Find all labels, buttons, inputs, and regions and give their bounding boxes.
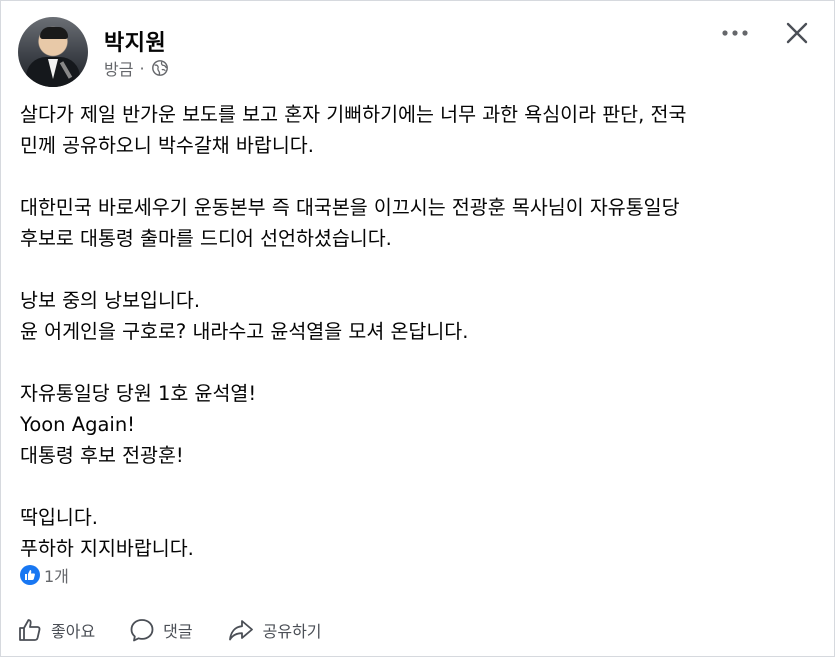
- reaction-count[interactable]: 1개: [44, 563, 69, 587]
- share-label: 공유하기: [262, 622, 322, 641]
- share-button[interactable]: 공유하기: [221, 613, 328, 647]
- text-line: 푸하하 지지바랍니다.: [20, 537, 194, 560]
- text-line: 대통령 후보 전광훈!: [20, 444, 184, 467]
- text-line: 낭보 중의 낭보입니다.: [20, 289, 201, 312]
- meta-separator: ·: [139, 58, 145, 78]
- text-line: 대한민국 바로세우기 운동본부 즉 대국본을 이끄시는 전광훈 목사님이 자유통…: [20, 196, 680, 219]
- like-reaction-icon: [20, 565, 40, 585]
- close-button[interactable]: [781, 17, 813, 49]
- comment-label: 댓글: [163, 622, 193, 641]
- action-bar: 좋아요 댓글 공유하기: [11, 613, 328, 647]
- paragraph: 낭보 중의 낭보입니다. 윤 어게인을 구호로? 내라수고 윤석열을 모셔 온답…: [20, 285, 820, 347]
- post-meta: 방금 ·: [104, 56, 169, 80]
- text-line: 민께 공유하오니 박수갈채 바랍니다.: [20, 134, 314, 157]
- text-line: Yoon Again!: [20, 413, 136, 436]
- paragraph: 대한민국 바로세우기 운동본부 즉 대국본을 이끄시는 전광훈 목사님이 자유통…: [20, 192, 820, 254]
- close-icon: [786, 22, 808, 44]
- text-line: 자유통일당 당원 1호 윤석열!: [20, 382, 257, 405]
- text-line: 후보로 대통령 출마를 드디어 선언하셨습니다.: [20, 227, 392, 250]
- like-label: 좋아요: [51, 622, 96, 641]
- globe-icon[interactable]: [151, 59, 169, 77]
- text-line: 살다가 제일 반가운 보도를 보고 혼자 기뻐하기에는 너무 과한 욕심이라 판…: [20, 103, 687, 126]
- author-name[interactable]: 박지원: [104, 25, 166, 57]
- post-time[interactable]: 방금: [104, 56, 133, 80]
- comment-bubble-icon: [130, 619, 154, 642]
- more-options-icon: [722, 30, 748, 36]
- avatar[interactable]: [18, 17, 88, 87]
- post-text: 살다가 제일 반가운 보도를 보고 혼자 기뻐하기에는 너무 과한 욕심이라 판…: [20, 99, 820, 564]
- paragraph: 살다가 제일 반가운 보도를 보고 혼자 기뻐하기에는 너무 과한 욕심이라 판…: [20, 99, 820, 161]
- paragraph: 딱입니다. 푸하하 지지바랍니다.: [20, 502, 820, 564]
- post-card: 박지원 방금 · 살다가 제일 반가운 보도를 보고 혼자 기뻐하기에는 너무 …: [0, 0, 835, 657]
- reaction-summary[interactable]: 1개: [20, 563, 69, 587]
- paragraph: 자유통일당 당원 1호 윤석열! Yoon Again! 대통령 후보 전광훈!: [20, 378, 820, 471]
- like-button[interactable]: 좋아요: [11, 613, 101, 647]
- text-line: 윤 어게인을 구호로? 내라수고 윤석열을 모셔 온답니다.: [20, 320, 469, 343]
- text-line: 딱입니다.: [20, 506, 98, 529]
- thumbs-up-icon: [19, 619, 41, 641]
- comment-button[interactable]: 댓글: [123, 613, 198, 647]
- share-arrow-icon: [228, 620, 253, 641]
- more-options-button[interactable]: [717, 21, 753, 45]
